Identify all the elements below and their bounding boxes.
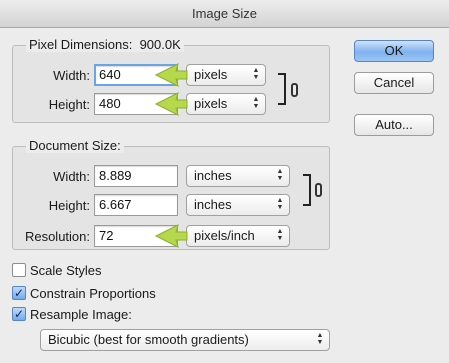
pixel-constrain-bracket (278, 73, 286, 105)
pixel-height-unit-value: pixels (194, 96, 228, 111)
updown-icon: ▲ ▼ (252, 96, 260, 110)
pixel-width-unit-select[interactable]: pixels ▲ ▼ (186, 64, 266, 86)
resample-method-select[interactable]: Bicubic (best for smooth gradients) ▲ ▼ (40, 329, 330, 351)
cancel-button[interactable]: Cancel (354, 72, 434, 94)
updown-icon: ▲ ▼ (316, 332, 324, 346)
image-size-dialog: Image Size Pixel Dimensions: 900.0K Widt… (0, 0, 449, 363)
resolution-unit-value: pixels/inch (194, 228, 255, 243)
constrain-proportions-checkbox[interactable]: ✓ (12, 286, 26, 300)
resolution-unit-select[interactable]: pixels/inch ▲ ▼ (186, 225, 290, 247)
annotation-arrow-icon (154, 224, 188, 248)
ok-button[interactable]: OK (354, 40, 434, 62)
doc-width-unit-select[interactable]: inches ▲ ▼ (186, 165, 290, 187)
updown-icon: ▲ ▼ (276, 228, 284, 242)
pixel-height-unit-select[interactable]: pixels ▲ ▼ (186, 93, 266, 115)
pixel-width-label: Width: (53, 68, 90, 83)
doc-width-unit-value: inches (194, 168, 232, 183)
resample-image-checkbox[interactable]: ✓ (12, 307, 26, 321)
resolution-label: Resolution: (24, 229, 90, 244)
doc-height-field[interactable]: 6.667 (94, 194, 178, 216)
pixel-dimensions-title: Pixel Dimensions: 900.0K (26, 37, 184, 52)
updown-icon: ▲ ▼ (276, 168, 284, 182)
pixel-width-unit-value: pixels (194, 67, 228, 82)
doc-width-field[interactable]: 8.889 (94, 165, 178, 187)
chain-link-icon (315, 183, 322, 197)
scale-styles-checkbox[interactable] (12, 263, 26, 277)
doc-height-label: Height: (48, 198, 90, 213)
doc-height-unit-select[interactable]: inches ▲ ▼ (186, 194, 290, 216)
chain-link-icon (291, 83, 298, 97)
doc-width-label: Width: (53, 169, 90, 184)
resample-method-value: Bicubic (best for smooth gradients) (48, 332, 249, 347)
pixel-height-label: Height: (48, 97, 90, 112)
pixel-dimensions-label: Pixel Dimensions: (29, 37, 133, 52)
doc-height-unit-value: inches (194, 197, 232, 212)
window-title: Image Size (0, 0, 449, 28)
updown-icon: ▲ ▼ (252, 67, 260, 81)
doc-constrain-bracket (303, 174, 311, 206)
scale-styles-label: Scale Styles (30, 263, 102, 278)
constrain-proportions-label: Constrain Proportions (30, 286, 156, 301)
annotation-arrow-icon (154, 92, 188, 116)
pixel-dimensions-size: 900.0K (139, 37, 181, 52)
auto-button[interactable]: Auto... (354, 114, 434, 136)
resample-image-label: Resample Image: (30, 307, 132, 322)
document-size-title: Document Size: (26, 138, 124, 153)
updown-icon: ▲ ▼ (276, 197, 284, 211)
annotation-arrow-icon (154, 63, 188, 87)
